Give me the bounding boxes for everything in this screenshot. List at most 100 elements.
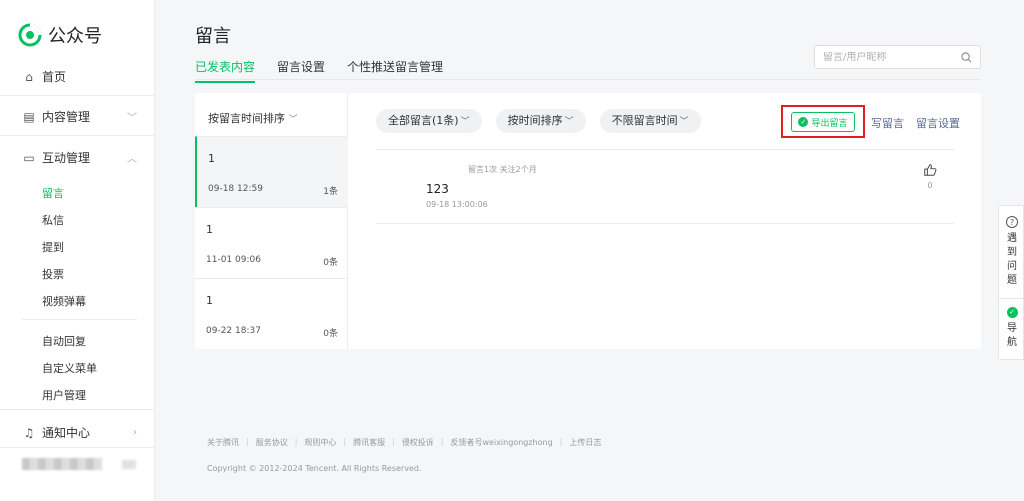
help-button[interactable]: ? 遇到问题 [1004,216,1020,288]
article-comment-count: 0条 [323,258,338,268]
sidebar-subitem-user-management[interactable]: 用户管理 [42,387,86,403]
separator: | [246,437,249,446]
export-label: 导出留言 [811,118,848,129]
comment-filters: 全部留言(1条) ﹀ 按时间排序 ﹀ 不限留言时间 ﹀ [376,109,701,133]
footer-link[interactable]: 关于腾讯 [207,437,239,448]
chat-icon: ▭ [23,150,35,165]
help-label: 遇到问题 [1007,233,1017,286]
account-menu-blurred[interactable] [122,460,136,469]
article-title: 1 [208,152,215,165]
article-list: 按留言时间排序 ﹀ 1 09-18 12:59 1条 1 11-01 09:06… [195,93,348,349]
brand-logo[interactable]: 公众号 [18,22,102,48]
sidebar-subitem-messages[interactable]: 私信 [42,212,64,228]
footer-links: 关于腾讯 | 服务协议 | 规则中心 | 腾讯客服 | 侵权投诉 | 反馈者号weixin… [207,437,601,448]
article-comment-count: 1条 [323,187,338,197]
sidebar-subitem-comments[interactable]: 留言 [42,185,64,201]
separator: | [559,437,563,446]
account-name-blurred[interactable] [22,458,102,470]
sidebar-item-label: 内容管理 [42,110,91,124]
article-sort-label: 按留言时间排序 [208,112,285,125]
comment-user-meta: 留言1次 关注2个月 [468,165,537,174]
filter-label: 按时间排序 [507,114,563,127]
search-input[interactable] [823,51,961,63]
separator: | [392,437,395,446]
footer-link[interactable]: 规则中心 [304,437,336,448]
wechat-official-logo-icon [18,23,42,47]
bell-icon: ♫ [23,425,35,440]
article-date: 09-22 18:37 [206,326,261,336]
filter-sort-by-time[interactable]: 按时间排序 ﹀ [495,109,586,133]
sidebar-subitem-mentions[interactable]: 提到 [42,239,64,255]
footer-link[interactable]: 侵权投诉 [402,437,434,448]
divider [376,149,954,150]
chevron-up-icon: ︿ [127,154,137,165]
question-icon: ? [1006,216,1018,228]
article-sort-dropdown[interactable]: 按留言时间排序 ﹀ [208,110,298,126]
like-button[interactable]: 0 [920,163,940,190]
chevron-down-icon: ﹀ [127,113,137,124]
divider [0,95,155,96]
article-item[interactable]: 1 11-01 09:06 0条 [195,207,348,278]
export-highlight-box: ✓ 导出留言 [781,105,865,138]
document-icon: ▤ [23,109,35,124]
sidebar-item-label: 互动管理 [42,151,91,165]
chevron-down-icon: ﹀ [679,117,689,127]
divider [999,298,1024,299]
separator: | [343,437,347,446]
sidebar-item-home[interactable]: ⌂ 首页 [22,68,137,85]
divider [0,409,155,410]
filter-label: 全部留言(1条) [388,114,459,127]
divider [22,319,137,320]
comments-panel: 按留言时间排序 ﹀ 1 09-18 12:59 1条 1 11-01 09:06… [195,93,981,349]
divider [0,135,155,136]
search-box[interactable] [814,45,981,69]
filter-all-comments[interactable]: 全部留言(1条) ﹀ [376,109,482,133]
write-comment-link[interactable]: 写留言 [871,115,904,131]
divider [376,223,954,224]
sidebar-item-label: 首页 [42,70,67,84]
footer-link[interactable]: 腾讯客服 [353,437,385,448]
article-comment-count: 0条 [323,329,338,339]
sidebar-subitem-custom-menu[interactable]: 自定义菜单 [42,360,97,376]
check-circle-icon: ✓ [798,117,809,127]
brand-name: 公众号 [48,26,102,47]
article-date: 09-18 12:59 [208,184,263,194]
chevron-down-icon: ﹀ [288,115,298,125]
comment-settings-link[interactable]: 留言设置 [916,115,960,131]
comment-text: 123 [426,182,449,196]
export-comments-button[interactable]: ✓ 导出留言 [791,112,855,132]
article-title: 1 [206,294,213,307]
chevron-down-icon: ﹀ [460,117,470,127]
help-widget: ? 遇到问题 ✓ 导航 [998,205,1024,360]
article-title: 1 [206,223,213,236]
chevron-down-icon: ﹀ [564,117,574,127]
footer-link[interactable]: 反馈者号weixingongzhong [451,437,553,448]
sidebar-item-notifications[interactable]: ♫ 通知中心 › [22,424,137,441]
article-item[interactable]: 1 09-18 12:59 1条 [195,136,348,207]
check-circle-icon: ✓ [1006,307,1018,318]
search-icon[interactable] [961,51,972,63]
sidebar-subitem-auto-reply[interactable]: 自动回复 [42,333,86,349]
filter-time-range[interactable]: 不限留言时间 ﹀ [599,109,701,133]
separator: | [294,437,298,446]
thumbs-up-icon [924,164,937,176]
chevron-right-icon: › [133,427,137,438]
home-icon: ⌂ [25,69,33,84]
copyright: Copyright © 2012-2024 Tencent. All Right… [207,464,422,473]
filter-label: 不限留言时间 [611,114,678,127]
like-count: 0 [927,181,933,190]
divider [0,447,155,448]
footer-link[interactable]: 服务协议 [256,437,288,448]
tab-underline [195,79,981,80]
sidebar-subitem-video-danmaku[interactable]: 视频弹幕 [42,293,86,309]
footer-link[interactable]: 上传日志 [569,437,601,448]
article-item[interactable]: 1 09-22 18:37 0条 [195,278,348,349]
sidebar-item-interaction[interactable]: ▭ 互动管理 ︿ [22,149,137,166]
sidebar-subitem-votes[interactable]: 投票 [42,266,64,282]
sidebar-item-content[interactable]: ▤ 内容管理 ﹀ [22,108,137,125]
article-date: 11-01 09:06 [206,255,261,265]
separator: | [440,437,444,446]
guide-label: 导航 [1007,323,1017,348]
guide-button[interactable]: ✓ 导航 [1004,307,1020,350]
page-title: 留言 [195,26,231,47]
